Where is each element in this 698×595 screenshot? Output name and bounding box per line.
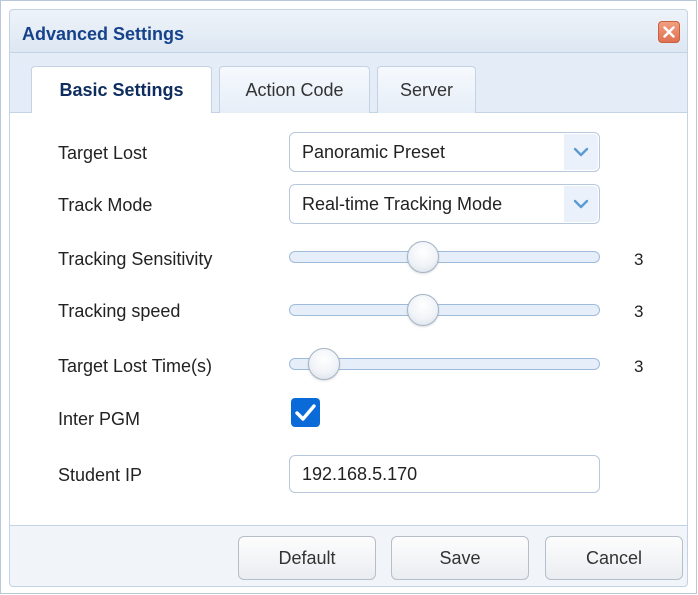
inter-pgm-label: Inter PGM xyxy=(58,409,141,429)
cancel-button[interactable]: Cancel xyxy=(545,536,683,580)
student-ip-label: Student IP xyxy=(58,465,143,485)
track-mode-dropdown-toggle[interactable] xyxy=(564,186,598,222)
dialog-title: Advanced Settings xyxy=(22,24,185,44)
target-lost-time-label: Target Lost Time(s) xyxy=(58,356,213,376)
basic-settings-panel: Target Lost Panoramic Preset Track Mode … xyxy=(9,113,688,525)
track-mode-select[interactable]: Real-time Tracking Mode xyxy=(289,184,600,224)
target-lost-time-value: 3 xyxy=(634,357,644,376)
student-ip-input[interactable] xyxy=(289,455,600,493)
close-button[interactable] xyxy=(658,21,680,43)
chevron-down-icon xyxy=(573,199,589,209)
tracking-sensitivity-slider-thumb[interactable] xyxy=(406,241,439,273)
tab-bar: Basic Settings Action Code Server xyxy=(9,53,688,114)
inter-pgm-checkbox[interactable] xyxy=(291,398,320,427)
tracking-sensitivity-label: Tracking Sensitivity xyxy=(58,249,213,269)
target-lost-select[interactable]: Panoramic Preset xyxy=(289,132,600,172)
tracking-sensitivity-value: 3 xyxy=(634,250,644,269)
target-lost-time-slider-thumb[interactable] xyxy=(307,348,340,380)
tracking-sensitivity-slider[interactable] xyxy=(289,241,600,273)
tracking-speed-slider-thumb[interactable] xyxy=(406,294,439,326)
tracking-speed-value: 3 xyxy=(634,302,644,321)
close-icon xyxy=(663,26,675,38)
chevron-down-icon xyxy=(573,147,589,157)
tab-basic-settings[interactable]: Basic Settings xyxy=(31,66,212,114)
tab-action-code[interactable]: Action Code xyxy=(219,66,370,113)
tab-server[interactable]: Server xyxy=(377,66,476,113)
target-lost-time-slider[interactable] xyxy=(289,348,600,380)
default-button[interactable]: Default xyxy=(238,536,376,580)
save-button[interactable]: Save xyxy=(391,536,529,580)
track-mode-label: Track Mode xyxy=(58,195,153,215)
target-lost-label: Target Lost xyxy=(58,143,148,163)
target-lost-value: Panoramic Preset xyxy=(302,142,446,162)
target-lost-dropdown-toggle[interactable] xyxy=(564,134,598,170)
dialog-footer: Default Save Cancel xyxy=(9,525,688,587)
dialog-titlebar: Advanced Settings xyxy=(9,9,688,53)
checkmark-icon xyxy=(295,404,316,421)
tracking-speed-slider[interactable] xyxy=(289,294,600,326)
track-mode-value: Real-time Tracking Mode xyxy=(302,194,503,214)
tracking-speed-label: Tracking speed xyxy=(58,301,181,321)
advanced-settings-dialog: Advanced Settings Basic Settings Action … xyxy=(0,0,697,594)
